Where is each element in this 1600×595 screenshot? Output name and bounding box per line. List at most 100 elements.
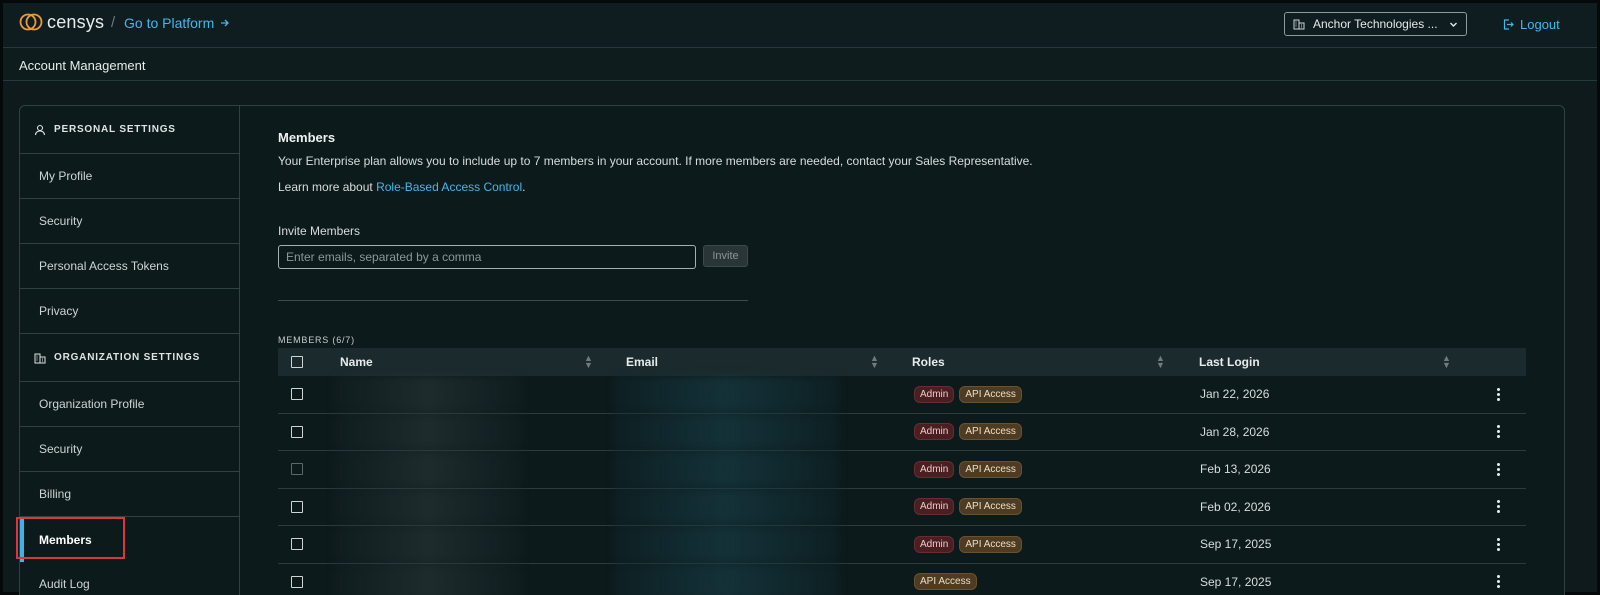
row-checkbox[interactable] [291, 500, 303, 513]
chevron-down-icon [1450, 22, 1457, 27]
more-options-icon[interactable] [1490, 574, 1506, 590]
sidebar-item-label: Security [39, 214, 83, 228]
redacted-email [614, 563, 839, 595]
table-row: Admin API Access Jan 28, 2026 [278, 413, 1526, 451]
more-options-icon[interactable] [1490, 499, 1506, 515]
logout-icon [1503, 19, 1514, 30]
sidebar-item-members[interactable]: Members [20, 517, 239, 562]
role-badge-admin: Admin [914, 460, 955, 478]
members-content: Members Your Enterprise plan allows you … [278, 106, 1546, 595]
role-badge-api-access: API Access [959, 460, 1022, 478]
row-checkbox[interactable] [291, 388, 303, 401]
personal-settings-title: PERSONAL SETTINGS [54, 124, 176, 135]
more-options-icon[interactable] [1490, 461, 1506, 477]
rbac-link[interactable]: Role-Based Access Control [376, 180, 522, 194]
column-header-roles[interactable]: Roles [912, 355, 945, 369]
redacted-email [614, 526, 839, 563]
select-all-checkbox[interactable] [291, 356, 303, 368]
logout-button[interactable]: Logout [1503, 17, 1560, 32]
redacted-name [334, 488, 522, 525]
sidebar-item-label: Members [39, 532, 92, 547]
role-badge-api-access: API Access [959, 385, 1022, 403]
sidebar-item-billing[interactable]: Billing [20, 472, 239, 517]
sidebar-item-organization-profile[interactable]: Organization Profile [20, 382, 239, 427]
organization-settings-title: ORGANIZATION SETTINGS [54, 352, 201, 363]
sidebar-item-my-profile[interactable]: My Profile [20, 154, 239, 199]
column-header-email[interactable]: Email [626, 355, 658, 369]
learn-more-suffix: . [522, 180, 526, 194]
redacted-name [334, 376, 522, 413]
learn-more-prefix: Learn more about [278, 180, 377, 194]
table-row: Admin API Access Feb 02, 2026 [278, 488, 1526, 526]
last-login: Feb 13, 2026 [1200, 462, 1271, 477]
sidebar-item-label: My Profile [39, 169, 93, 183]
more-options-icon[interactable] [1490, 424, 1506, 440]
table-row: Admin API Access Feb 13, 2026 [278, 451, 1526, 489]
table-row: Admin API Access Jan 22, 2026 [278, 376, 1526, 414]
sidebar-item-audit-log[interactable]: Audit Log [20, 562, 239, 595]
column-header-last-login[interactable]: Last Login [1199, 355, 1260, 369]
redacted-email [614, 376, 839, 413]
redacted-name [334, 563, 522, 595]
breadcrumb-separator: / [111, 14, 116, 31]
sidebar-item-personal-access-tokens[interactable]: Personal Access Tokens [20, 244, 239, 289]
invite-members-label: Invite Members [278, 224, 361, 238]
building-icon [34, 353, 46, 363]
more-options-icon[interactable] [1490, 386, 1506, 402]
table-row: API Access Sep 17, 2025 [278, 563, 1526, 595]
sort-icon[interactable]: ▲ ▼ [1156, 354, 1165, 370]
redacted-name [334, 451, 522, 488]
sidebar: PERSONAL SETTINGS My Profile Security Pe… [20, 106, 240, 595]
sidebar-item-label: Security [39, 442, 83, 456]
sidebar-item-label: Billing [39, 487, 72, 501]
page-title: Account Management [19, 58, 146, 73]
sort-icon[interactable]: ▲ ▼ [584, 354, 593, 370]
sidebar-item-label: Personal Access Tokens [39, 259, 169, 273]
members-count: MEMBERS (6/7) [278, 335, 355, 345]
go-to-platform-link[interactable]: Go to Platform [124, 15, 230, 31]
organization-name: Anchor Technologies ... [1313, 17, 1438, 31]
role-badges: Admin API Access [914, 498, 1022, 516]
censys-logo-icon [19, 13, 43, 31]
redacted-name [334, 413, 522, 450]
row-checkbox[interactable] [291, 463, 303, 476]
logout-label: Logout [1520, 17, 1560, 32]
last-login: Feb 02, 2026 [1200, 499, 1271, 514]
row-checkbox[interactable] [291, 575, 303, 588]
sidebar-item-security[interactable]: Security [20, 199, 239, 244]
invite-emails-input[interactable] [278, 245, 696, 269]
personal-settings-header: PERSONAL SETTINGS [20, 106, 239, 154]
top-bar: censys / Go to Platform Anchor Technolog… [3, 3, 1597, 48]
role-badge-admin: Admin [914, 535, 955, 553]
redacted-email [614, 413, 839, 450]
more-options-icon[interactable] [1490, 536, 1506, 552]
invite-button[interactable]: Invite [703, 245, 748, 267]
sort-icon[interactable]: ▲ ▼ [1442, 354, 1451, 370]
column-header-name[interactable]: Name [340, 355, 373, 369]
row-checkbox[interactable] [291, 538, 303, 551]
role-badge-admin: Admin [914, 385, 955, 403]
sidebar-item-org-security[interactable]: Security [20, 427, 239, 472]
sort-icon[interactable]: ▲ ▼ [870, 354, 879, 370]
last-login: Jan 22, 2026 [1200, 387, 1270, 402]
last-login: Sep 17, 2025 [1200, 537, 1272, 552]
role-badge-api-access: API Access [959, 423, 1022, 441]
role-badges: Admin API Access [914, 460, 1022, 478]
row-checkbox[interactable] [291, 425, 303, 438]
sidebar-item-privacy[interactable]: Privacy [20, 289, 239, 334]
logo-text: censys [47, 11, 105, 32]
role-badges: Admin API Access [914, 535, 1022, 553]
divider [278, 300, 748, 301]
user-icon [34, 124, 46, 135]
members-table: Name ▲ ▼ Email ▲ ▼ Roles ▲ ▼ Last Login ▲ ▼ … [278, 348, 1526, 595]
role-badges: API Access [914, 573, 977, 591]
last-login: Jan 28, 2026 [1200, 424, 1270, 439]
arrow-right-icon [221, 19, 230, 27]
role-badge-admin: Admin [914, 423, 955, 441]
organization-select[interactable]: Anchor Technologies ... [1284, 12, 1467, 36]
censys-logo[interactable]: censys [19, 11, 104, 33]
role-badges: Admin API Access [914, 385, 1022, 403]
role-badge-api-access: API Access [914, 573, 977, 591]
redacted-email [614, 488, 839, 525]
plan-description: Your Enterprise plan allows you to inclu… [278, 154, 1033, 168]
